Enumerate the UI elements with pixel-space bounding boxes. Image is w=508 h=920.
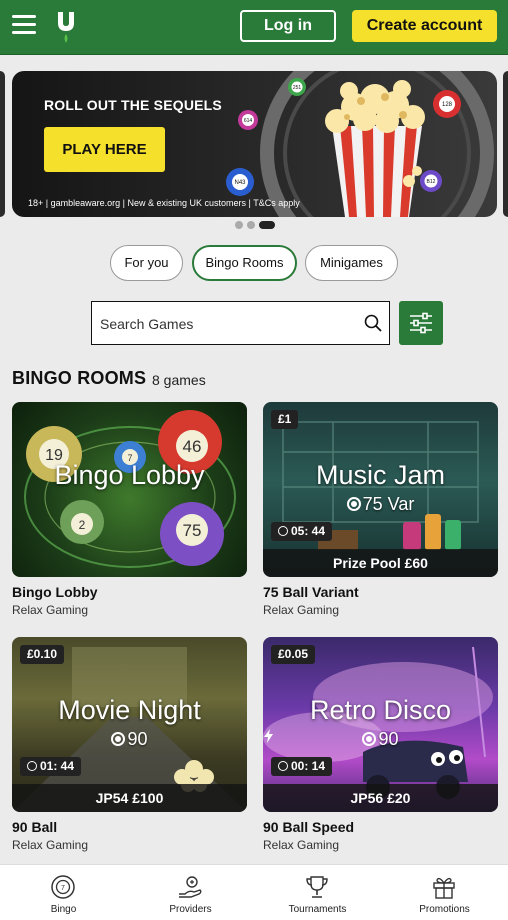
search-icon[interactable] [364, 314, 382, 332]
price-badge: £1 [271, 410, 299, 429]
top-bar: Log in Create account [0, 0, 508, 55]
lightning-icon [264, 729, 273, 743]
price-badge: £0.10 [20, 645, 65, 664]
svg-text:46: 46 [183, 437, 202, 456]
carousel-dot[interactable] [235, 221, 243, 229]
countdown-timer: 00: 14 [271, 757, 333, 776]
bingo-ball-icon [362, 732, 377, 746]
game-provider: Relax Gaming [263, 603, 340, 617]
thumbnail-title: Music Jam [315, 460, 445, 490]
search-placeholder: Search Games [100, 316, 194, 332]
ball-variant-label: 75 Var [263, 494, 498, 515]
search-input[interactable]: Search Games [91, 301, 390, 345]
filter-button[interactable] [399, 301, 443, 345]
brand-logo[interactable] [55, 10, 77, 44]
game-card[interactable]: £0.05 Retro Disco 90 00: 14 JP56 £20 90 … [263, 637, 498, 852]
game-thumbnail[interactable]: £1 Music Jam 75 Var 05: 44 Prize Pool £6… [263, 402, 498, 577]
ball-variant-label: 90 [263, 729, 498, 750]
jackpot-bar: JP56 £20 [263, 784, 498, 812]
game-card[interactable]: 19 46 7 2 75 Bingo Lobby Bingo Lobby Rel… [12, 402, 247, 617]
promo-banner[interactable]: 251 614 128 N43 B12 ROLL OUT THE SEQUELS… [12, 71, 497, 217]
game-card[interactable]: £0.10 Movie Night 90 01: 44 JP54 £100 90… [12, 637, 247, 852]
game-name: 75 Ball Variant [263, 584, 359, 600]
bingo-ball-icon: 251 [288, 78, 306, 96]
nav-tournaments[interactable]: Tournaments [254, 865, 381, 920]
nav-bingo[interactable]: 7 Bingo [0, 865, 127, 920]
game-thumbnail[interactable]: £0.05 Retro Disco 90 00: 14 JP56 £20 [263, 637, 498, 812]
game-name: 90 Ball Speed [263, 819, 355, 835]
thumbnail-title: Bingo Lobby [54, 460, 205, 490]
countdown-timer: 05: 44 [271, 522, 333, 541]
countdown-timer: 01: 44 [20, 757, 82, 776]
svg-text:N43: N43 [234, 180, 246, 186]
game-thumbnail[interactable]: 19 46 7 2 75 Bingo Lobby [12, 402, 247, 577]
gift-icon [433, 877, 455, 899]
nav-label: Tournaments [288, 904, 347, 915]
bingo-ball-icon: 614 [238, 110, 258, 130]
tab-for-you[interactable]: For you [110, 245, 183, 281]
thumbnail-title: Movie Night [58, 695, 201, 725]
banner-title: ROLL OUT THE SEQUELS [44, 97, 222, 113]
bingo-ball-icon: N43 [226, 168, 254, 196]
svg-text:B12: B12 [427, 179, 436, 185]
game-thumbnail[interactable]: £0.10 Movie Night 90 01: 44 JP54 £100 [12, 637, 247, 812]
svg-text:7: 7 [61, 885, 65, 892]
tab-minigames[interactable]: Minigames [305, 245, 398, 281]
nav-label: Providers [169, 904, 212, 915]
bingo-ball-icon [346, 497, 361, 511]
jackpot-bar: JP54 £100 [12, 784, 247, 812]
game-provider: Relax Gaming [263, 838, 340, 852]
carousel-dot-active[interactable] [259, 221, 275, 229]
bingo-ball-icon: 128 [433, 90, 461, 118]
providers-icon [179, 876, 202, 898]
nav-providers[interactable]: Providers [127, 865, 254, 920]
game-name: Bingo Lobby [12, 584, 98, 600]
svg-text:614: 614 [244, 118, 253, 124]
game-card[interactable]: £1 Music Jam 75 Var 05: 44 Prize Pool £6… [263, 402, 498, 617]
game-name: 90 Ball [12, 819, 58, 835]
svg-text:75: 75 [183, 521, 202, 540]
game-count: 8 games [152, 372, 206, 388]
nav-label: Promotions [419, 904, 470, 915]
bingo-ball-icon: B12 [420, 170, 442, 192]
price-badge: £0.05 [271, 645, 316, 664]
banner-disclaimer: 18+ | gambleaware.org | New & existing U… [28, 198, 300, 208]
svg-text:2: 2 [79, 518, 86, 532]
nav-label: Bingo [50, 904, 77, 915]
clock-icon [278, 761, 288, 771]
previous-banner-peek[interactable] [0, 71, 5, 217]
carousel-dot[interactable] [247, 221, 255, 229]
login-button[interactable]: Log in [240, 10, 336, 42]
clock-icon [27, 761, 37, 771]
svg-text:251: 251 [293, 85, 302, 91]
bingo-ball-icon: 7 [51, 875, 75, 899]
menu-icon[interactable] [12, 15, 36, 35]
ball-variant-label: 90 [12, 729, 247, 750]
prize-pool-bar: Prize Pool £60 [263, 549, 498, 577]
tab-bingo-rooms[interactable]: Bingo Rooms [192, 245, 297, 281]
game-provider: Relax Gaming [12, 603, 89, 617]
clock-icon [278, 526, 288, 536]
filter-sliders-icon [410, 312, 432, 334]
trophy-icon [306, 876, 328, 898]
thumbnail-title: Retro Disco [309, 695, 452, 725]
svg-text:128: 128 [442, 102, 453, 108]
next-banner-peek[interactable] [503, 71, 508, 217]
nav-promotions[interactable]: Promotions [381, 865, 508, 920]
bottom-nav: 7 Bingo Providers Tournaments Promotions [0, 864, 508, 920]
play-here-button[interactable]: PLAY HERE [44, 127, 165, 172]
bingo-ball-icon [111, 732, 126, 746]
section-title: BINGO ROOMS [12, 368, 147, 388]
game-provider: Relax Gaming [12, 838, 89, 852]
create-account-button[interactable]: Create account [352, 10, 497, 42]
